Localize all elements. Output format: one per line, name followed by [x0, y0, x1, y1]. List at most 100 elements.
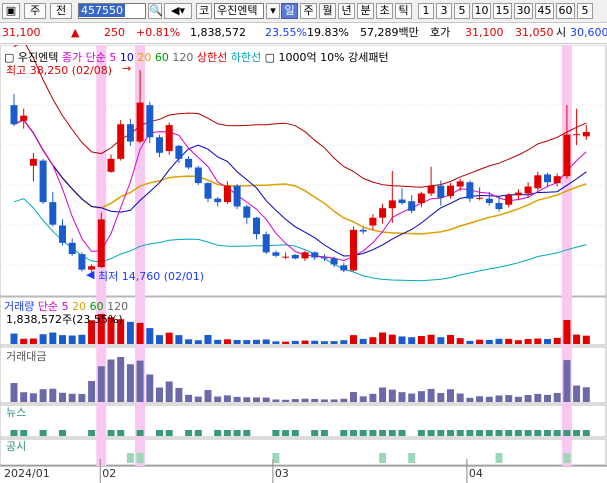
interval-6-button[interactable]: 45 [535, 3, 554, 19]
amount-bar [388, 389, 396, 402]
volume-bar [146, 328, 154, 344]
ratio-value: 19.83% [307, 26, 349, 39]
interval-5-button[interactable]: 30 [514, 3, 533, 19]
news-marker [233, 430, 241, 436]
news-marker [563, 430, 571, 436]
volume-bar [544, 339, 551, 344]
volume-bar [185, 339, 193, 344]
candle [107, 158, 115, 172]
volume-bar [29, 338, 37, 344]
amount-bar [97, 366, 105, 402]
candle [233, 185, 241, 207]
candle [165, 125, 173, 152]
sound-icon[interactable]: ◀▾ [164, 3, 192, 19]
search-icon[interactable]: 🔍 [148, 3, 163, 19]
candle [437, 185, 445, 198]
candle [136, 102, 144, 142]
candle [10, 105, 18, 125]
amount-bar [39, 389, 47, 402]
period-3-button[interactable]: 년 [338, 3, 355, 19]
x-axis-label: 04 [469, 467, 483, 480]
candle [253, 217, 260, 235]
news-marker [320, 430, 328, 436]
volume-bar [126, 321, 134, 344]
news-marker [427, 430, 435, 436]
volume-bar [243, 340, 251, 344]
volume-bar [553, 337, 561, 344]
x-axis-label: 2024/01 [4, 467, 50, 480]
name-dropdown-icon[interactable]: ▾ [266, 3, 280, 19]
period-6-button[interactable]: 틱 [395, 3, 412, 19]
amount-bar [330, 399, 338, 402]
volume-bar [582, 335, 590, 344]
up-arrow-icon: ▲ [71, 26, 80, 39]
candle [447, 185, 454, 197]
volume-bar [476, 339, 484, 344]
amount-bar [117, 357, 125, 402]
volume-bar [379, 332, 387, 344]
amount-bar [573, 385, 581, 402]
amount-bar [437, 392, 445, 402]
amount-bar [185, 394, 193, 402]
candle [408, 201, 416, 211]
period-0-button[interactable]: 일 [281, 3, 298, 19]
volume-bar [156, 335, 163, 344]
amount-bar [301, 398, 309, 402]
volume-bar [59, 335, 66, 344]
news-marker [340, 430, 348, 436]
amount-bar [214, 396, 222, 402]
amount-bar [146, 374, 154, 402]
interval-1-button[interactable]: 3 [436, 3, 452, 19]
candle [476, 197, 484, 199]
stock-code-input[interactable]: 457550 [78, 3, 146, 19]
interval-3-button[interactable]: 10 [472, 3, 491, 19]
candle [68, 242, 76, 255]
pattern-checkbox[interactable]: ▢ [265, 51, 275, 64]
interval-7-button[interactable]: 60 [556, 3, 575, 19]
news-marker [495, 430, 503, 436]
period-1-button[interactable]: 주 [300, 3, 317, 19]
trade-amount: 57,289백만 [360, 26, 419, 39]
candle [553, 176, 561, 184]
news-marker [534, 430, 542, 436]
amount-bar [485, 396, 493, 402]
interval-2-button[interactable]: 5 [454, 3, 470, 19]
interval-8-button[interactable]: 5 [577, 3, 593, 19]
amount-bar [165, 381, 173, 402]
amount-bar [68, 393, 76, 402]
prev-button[interactable]: 전 [50, 3, 72, 19]
volume-bar [456, 338, 464, 344]
candle [544, 174, 551, 183]
volume-bar [291, 340, 299, 344]
stock-chart[interactable]: 2024/01 02 03 04 [0, 45, 607, 483]
current-price: 31,100 [2, 26, 41, 39]
amount-bar [582, 387, 590, 402]
volume-bar [136, 322, 144, 344]
interval-0-button[interactable]: 1 [418, 3, 434, 19]
period-4-button[interactable]: 분 [357, 3, 374, 19]
interval-4-button[interactable]: 15 [493, 3, 512, 19]
amount-bar [175, 387, 183, 402]
period-2-button[interactable]: 월 [319, 3, 336, 19]
news-marker [223, 430, 231, 436]
ma-period-60: 60 [154, 51, 169, 64]
window-menu-icon[interactable]: ▣ [2, 3, 20, 19]
amount-bar [204, 390, 212, 402]
volume-bar [262, 339, 270, 344]
amount-bar [340, 398, 348, 402]
period-5-button[interactable]: 초 [376, 3, 393, 19]
amount-bar [272, 399, 280, 402]
candle [156, 137, 163, 153]
candle [573, 134, 581, 136]
candle [379, 208, 387, 218]
market-select[interactable]: 주 [24, 3, 46, 19]
disclosure-marker [136, 453, 144, 463]
volume-bar [204, 335, 212, 344]
volume-bar [485, 339, 493, 344]
news-marker [20, 430, 28, 436]
volume-bar [165, 332, 173, 344]
pattern-label: 1000억 10% 강세패턴 [278, 51, 389, 64]
news-marker [476, 430, 484, 436]
news-marker [214, 430, 222, 436]
volume-bar [78, 334, 86, 344]
